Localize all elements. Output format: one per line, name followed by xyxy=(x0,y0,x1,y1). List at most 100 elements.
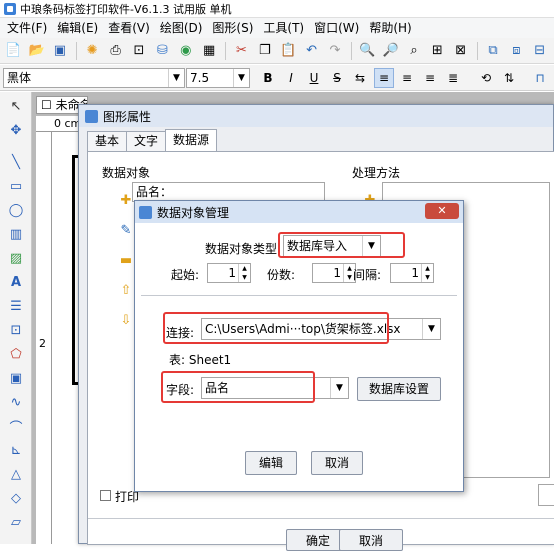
zoom-fit-icon[interactable]: ⌕ xyxy=(405,41,423,61)
shape-tool-icon[interactable]: ⬠ xyxy=(6,344,26,364)
menu-edit[interactable]: 编辑(E) xyxy=(52,18,103,38)
flip-icon[interactable]: ⇅ xyxy=(499,68,519,88)
interval-spinner[interactable]: 1 ▲ ▼ xyxy=(390,263,434,283)
qrcode-tool-icon[interactable]: ▣ xyxy=(6,368,26,388)
barcode-tool-icon[interactable]: ▥ xyxy=(6,224,26,244)
align-icon[interactable]: ⊟ xyxy=(531,41,549,61)
data-object-item[interactable]: 品名： xyxy=(132,182,325,202)
rotate-icon[interactable]: ⟲ xyxy=(476,68,496,88)
text-tool-icon[interactable]: A xyxy=(6,272,26,292)
start-spinner[interactable]: 1 ▲ ▼ xyxy=(207,263,251,283)
pan-tool-icon[interactable]: ✥ xyxy=(6,120,26,140)
arc-tool-icon[interactable]: ⌒ xyxy=(6,416,26,436)
menu-file[interactable]: 文件(F) xyxy=(2,18,52,38)
table-label: 表: Sheet1 xyxy=(169,353,232,367)
chevron-down-icon[interactable]: ▼ xyxy=(233,69,249,87)
format-toolbar: 黑体 ▼ 7.5 ▼ B I U S ⇆ ≡ ≡ ≡ ≣ ⟲ ⇅ ⊓ xyxy=(0,65,554,91)
font-size-value: 7.5 xyxy=(190,71,210,85)
start-value: 1 xyxy=(228,266,236,280)
serial-tool-icon[interactable]: ⊡ xyxy=(6,320,26,340)
copies-spinner[interactable]: 1 ▲ ▼ xyxy=(312,263,356,283)
fit-page-icon[interactable]: ⊞ xyxy=(428,41,446,61)
chevron-down-icon[interactable]: ▼ xyxy=(168,69,184,87)
justify-icon[interactable]: ≣ xyxy=(443,68,463,88)
app-title: 中琅条码标签打印软件-V6.1.3 试用版 单机 xyxy=(20,2,232,16)
close-icon[interactable]: ✕ xyxy=(425,203,459,219)
settings-gear-icon[interactable]: ✺ xyxy=(83,41,101,61)
divider xyxy=(141,295,457,296)
parallelogram-tool-icon[interactable]: ▱ xyxy=(6,512,26,532)
chevron-down-icon[interactable]: ▼ xyxy=(330,378,348,398)
save-icon[interactable]: ▣ xyxy=(51,41,69,61)
group-icon[interactable]: ⧉ xyxy=(484,41,502,61)
line-tool-icon[interactable]: ╲ xyxy=(6,152,26,172)
edit-icon[interactable]: ✎ xyxy=(116,220,136,240)
italic-button[interactable]: I xyxy=(281,68,301,88)
database-settings-button[interactable]: 数据库设置 xyxy=(357,377,441,401)
menu-tools[interactable]: 工具(T) xyxy=(258,18,309,38)
database-icon[interactable]: ⛁ xyxy=(153,41,171,61)
open-folder-icon[interactable]: 📂 xyxy=(27,41,45,61)
polyline-tool-icon[interactable]: ⊾ xyxy=(6,440,26,460)
zoom-in-icon[interactable]: 🔍 xyxy=(358,41,376,61)
menu-draw[interactable]: 绘图(D) xyxy=(155,18,208,38)
print-icon[interactable]: ⎙ xyxy=(106,41,124,61)
print-checkbox[interactable] xyxy=(100,490,111,501)
align-right-icon[interactable]: ≡ xyxy=(420,68,440,88)
tab-basic[interactable]: 基本 xyxy=(87,131,128,151)
cancel-button[interactable]: 取消 xyxy=(339,529,403,551)
data-object-label: 数据对象 xyxy=(102,166,151,180)
font-family-select[interactable]: 黑体 ▼ xyxy=(3,68,185,88)
align-center-icon[interactable]: ≡ xyxy=(397,68,417,88)
copy-icon[interactable]: ❐ xyxy=(256,41,274,61)
highlight-box xyxy=(278,232,405,258)
bold-button[interactable]: B xyxy=(258,68,278,88)
remove-icon[interactable]: ▬ xyxy=(116,250,136,270)
edit-button[interactable]: 编辑 xyxy=(245,451,297,475)
ellipse-tool-icon[interactable]: ◯ xyxy=(6,200,26,220)
spin-arrows-icon[interactable]: ▲ ▼ xyxy=(421,264,433,282)
paste-icon[interactable]: 📋 xyxy=(279,41,297,61)
paragraph-tool-icon[interactable]: ☰ xyxy=(6,296,26,316)
triangle-tool-icon[interactable]: △ xyxy=(6,464,26,484)
pointer-icon[interactable]: ↖ xyxy=(6,96,26,116)
tab-text[interactable]: 文字 xyxy=(126,131,167,151)
print-preview-icon[interactable]: ⊡ xyxy=(130,41,148,61)
spin-arrows-icon[interactable]: ▲ ▼ xyxy=(238,264,250,282)
curve-tool-icon[interactable]: ∿ xyxy=(6,392,26,412)
move-down-icon[interactable]: ⇩ xyxy=(116,310,136,330)
tool-palette: ↖ ✥ ╲ ▭ ◯ ▥ ▨ A ☰ ⊡ ⬠ ▣ ∿ ⌒ ⊾ △ ◇ ▱ xyxy=(0,92,32,544)
dialog-title: 数据对象管理 xyxy=(157,205,230,220)
redo-icon[interactable]: ↷ xyxy=(326,41,344,61)
underline-button[interactable]: U xyxy=(304,68,324,88)
image-tool-icon[interactable]: ▨ xyxy=(6,248,26,268)
menu-shape[interactable]: 图形(S) xyxy=(207,18,258,38)
dialog-icon xyxy=(139,205,152,219)
ungroup-icon[interactable]: ⧈ xyxy=(507,41,525,61)
diamond-tool-icon[interactable]: ◇ xyxy=(6,488,26,508)
add-icon[interactable]: ✚ xyxy=(116,190,136,210)
side-field[interactable] xyxy=(538,484,554,506)
strikethrough-button[interactable]: S xyxy=(327,68,347,88)
menu-help[interactable]: 帮助(H) xyxy=(364,18,416,38)
cancel-button[interactable]: 取消 xyxy=(311,451,363,475)
data-source-icon[interactable]: ◉ xyxy=(177,41,195,61)
zoom-out-icon[interactable]: 🔎 xyxy=(381,41,399,61)
menu-window[interactable]: 窗口(W) xyxy=(309,18,364,38)
tab-data-source[interactable]: 数据源 xyxy=(165,129,218,151)
menu-view[interactable]: 查看(V) xyxy=(103,18,155,38)
move-up-icon[interactable]: ⇧ xyxy=(116,280,136,300)
new-file-icon[interactable]: 📄 xyxy=(4,41,22,61)
font-size-select[interactable]: 7.5 ▼ xyxy=(186,68,250,88)
letter-spacing-icon[interactable]: ⇆ xyxy=(350,68,370,88)
menu-bar: 文件(F) 编辑(E) 查看(V) 绘图(D) 图形(S) 工具(T) 窗口(W… xyxy=(0,18,554,38)
rectangle-tool-icon[interactable]: ▭ xyxy=(6,176,26,196)
copies-value: 1 xyxy=(333,266,341,280)
align-left-icon[interactable]: ≡ xyxy=(374,68,394,88)
barcode-grid-icon[interactable]: ▦ xyxy=(200,41,218,61)
undo-icon[interactable]: ↶ xyxy=(302,41,320,61)
distribute-icon[interactable]: ⊓ xyxy=(530,68,550,88)
actual-size-icon[interactable]: ⊠ xyxy=(452,41,470,61)
cut-icon[interactable]: ✂ xyxy=(232,41,250,61)
chevron-down-icon[interactable]: ▼ xyxy=(422,319,440,339)
